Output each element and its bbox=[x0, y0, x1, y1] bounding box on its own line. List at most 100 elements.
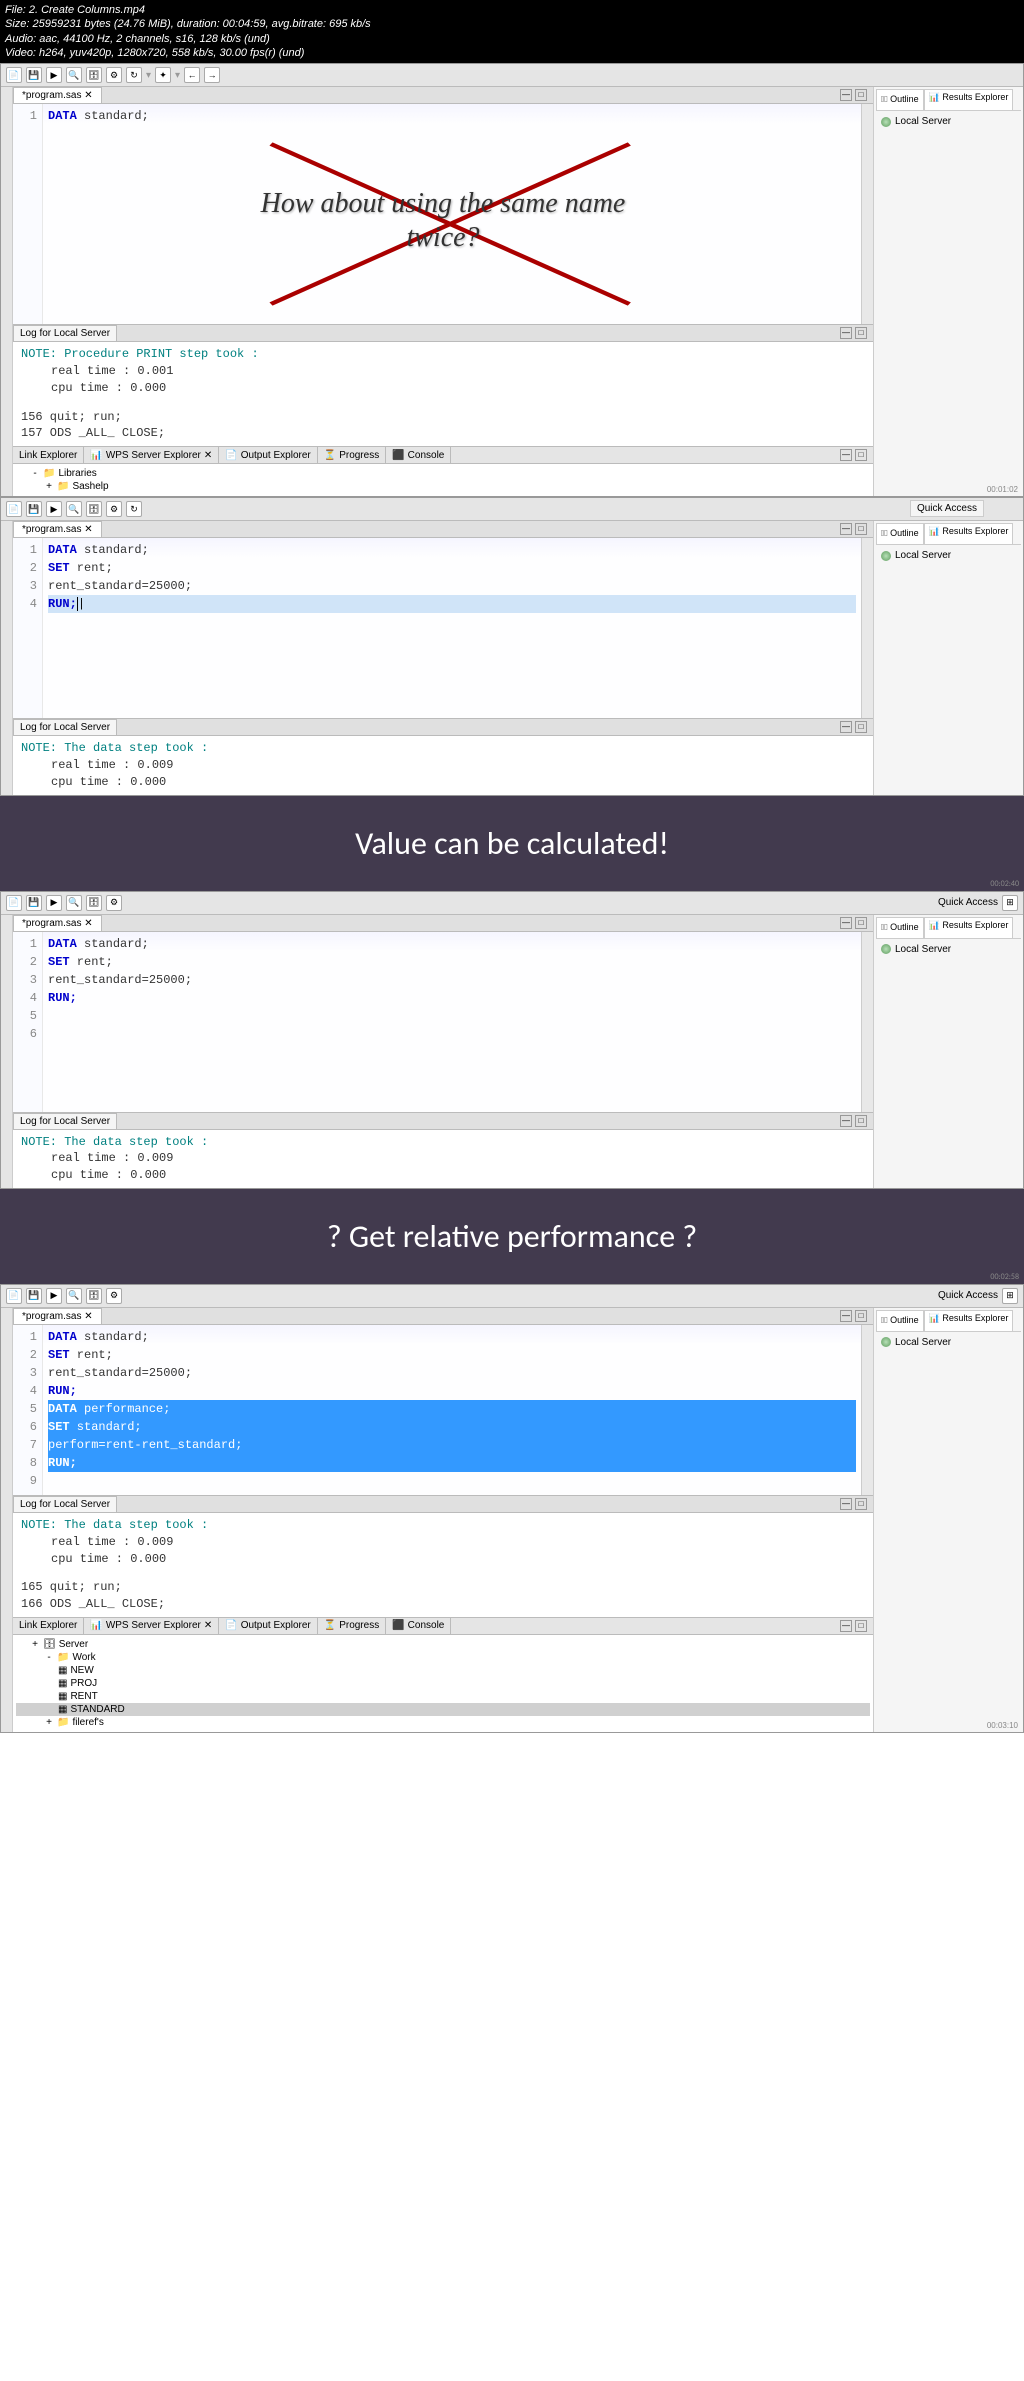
maximize-icon[interactable]: □ bbox=[855, 523, 867, 535]
library-tree[interactable]: +🗄 Server -📁 Work ▦ NEW ▦ PROJ ▦ RENT ▦ … bbox=[13, 1634, 873, 1732]
minimize-icon[interactable]: — bbox=[840, 917, 852, 929]
maximize-icon[interactable]: □ bbox=[855, 1620, 867, 1632]
close-icon[interactable]: ✕ bbox=[84, 90, 92, 101]
save-icon[interactable]: 💾 bbox=[26, 1288, 42, 1304]
minimize-icon[interactable]: — bbox=[840, 449, 852, 461]
local-server-node[interactable]: Local Server bbox=[879, 114, 1018, 129]
bottom-tab-output[interactable]: 📄 Output Explorer bbox=[219, 1618, 318, 1634]
refresh-icon[interactable]: ↻ bbox=[126, 67, 142, 83]
close-icon[interactable]: ✕ bbox=[84, 524, 92, 535]
db-icon[interactable]: 🗄 bbox=[86, 501, 102, 517]
bottom-tab-output[interactable]: 📄 Output Explorer bbox=[219, 447, 318, 463]
maximize-icon[interactable]: □ bbox=[855, 1498, 867, 1510]
outline-tab[interactable]: 🗉 Outline bbox=[876, 1310, 924, 1331]
refresh-icon[interactable]: ↻ bbox=[126, 501, 142, 517]
minimize-icon[interactable]: — bbox=[840, 523, 852, 535]
quick-access[interactable]: Quick Access bbox=[938, 897, 998, 908]
search-icon[interactable]: 🔍 bbox=[66, 67, 82, 83]
db-icon[interactable]: 🗄 bbox=[86, 895, 102, 911]
bottom-tab-link-explorer[interactable]: Link Explorer bbox=[13, 447, 84, 463]
local-server-node[interactable]: Local Server bbox=[879, 1335, 1018, 1350]
log-tab[interactable]: Log for Local Server bbox=[13, 1113, 117, 1129]
minimize-icon[interactable]: — bbox=[840, 1620, 852, 1632]
maximize-icon[interactable]: □ bbox=[855, 1115, 867, 1127]
gear-icon[interactable]: ⚙ bbox=[106, 501, 122, 517]
outline-tab[interactable]: 🗉 Outline bbox=[876, 523, 924, 544]
minimize-icon[interactable]: — bbox=[840, 89, 852, 101]
db-icon[interactable]: 🗄 bbox=[86, 1288, 102, 1304]
editor-tab[interactable]: *program.sas ✕ bbox=[13, 87, 102, 103]
log-output[interactable]: NOTE: Procedure PRINT step took : real t… bbox=[13, 342, 873, 446]
code-editor[interactable]: 123456789 DATA standard; SET rent; rent_… bbox=[13, 1325, 873, 1495]
library-tree[interactable]: -📁 Libraries +📁 Sashelp bbox=[13, 463, 873, 496]
tree-item[interactable]: +📁 fileref's bbox=[16, 1716, 870, 1729]
scrollbar[interactable] bbox=[861, 932, 873, 1112]
log-output[interactable]: NOTE: The data step took : real time : 0… bbox=[13, 1513, 873, 1617]
maximize-icon[interactable]: □ bbox=[855, 89, 867, 101]
gear-icon[interactable]: ⚙ bbox=[106, 895, 122, 911]
tree-item[interactable]: ▦ RENT bbox=[16, 1690, 870, 1703]
maximize-icon[interactable]: □ bbox=[855, 449, 867, 461]
tree-item[interactable]: -📁 Work bbox=[16, 1651, 870, 1664]
tree-item[interactable]: ▦ NEW bbox=[16, 1664, 870, 1677]
nav-back-icon[interactable]: ← bbox=[184, 67, 200, 83]
run-icon[interactable]: ▶ bbox=[46, 1288, 62, 1304]
minimize-icon[interactable]: — bbox=[840, 721, 852, 733]
ext-icon[interactable]: ✦ bbox=[155, 67, 171, 83]
persp-icon[interactable]: ⊞ bbox=[1002, 895, 1018, 911]
log-tab[interactable]: Log for Local Server bbox=[13, 719, 117, 735]
local-server-node[interactable]: Local Server bbox=[879, 942, 1018, 957]
run-icon[interactable]: ▶ bbox=[46, 67, 62, 83]
close-icon[interactable]: ✕ bbox=[84, 918, 92, 929]
minimize-icon[interactable]: — bbox=[840, 1310, 852, 1322]
search-icon[interactable]: 🔍 bbox=[66, 895, 82, 911]
bottom-tab-progress[interactable]: ⏳ Progress bbox=[318, 447, 386, 463]
log-tab[interactable]: Log for Local Server bbox=[13, 325, 117, 341]
persp-icon[interactable]: ⊞ bbox=[1002, 1288, 1018, 1304]
tree-item-selected[interactable]: ▦ STANDARD bbox=[16, 1703, 870, 1716]
outline-tab[interactable]: 🗉 Outline bbox=[876, 89, 924, 110]
run-icon[interactable]: ▶ bbox=[46, 895, 62, 911]
bottom-tab-wps-server[interactable]: 📊 WPS Server Explorer ✕ bbox=[84, 1618, 219, 1634]
new-icon[interactable]: 📄 bbox=[6, 895, 22, 911]
log-output[interactable]: NOTE: The data step took : real time : 0… bbox=[13, 1130, 873, 1188]
new-icon[interactable]: 📄 bbox=[6, 1288, 22, 1304]
bottom-tab-wps-server[interactable]: 📊 WPS Server Explorer ✕ bbox=[84, 447, 219, 463]
bottom-tab-link-explorer[interactable]: Link Explorer bbox=[13, 1618, 84, 1634]
search-icon[interactable]: 🔍 bbox=[66, 501, 82, 517]
results-tab[interactable]: 📊 Results Explorer bbox=[924, 89, 1014, 110]
code-editor[interactable]: 1234 DATA standard; SET rent; rent_stand… bbox=[13, 538, 873, 718]
db-icon[interactable]: 🗄 bbox=[86, 67, 102, 83]
results-tab[interactable]: 📊 Results Explorer bbox=[924, 917, 1014, 938]
new-icon[interactable]: 📄 bbox=[6, 501, 22, 517]
quick-access[interactable]: Quick Access bbox=[938, 1290, 998, 1301]
bottom-tab-progress[interactable]: ⏳ Progress bbox=[318, 1618, 386, 1634]
tree-item[interactable]: +🗄 Server bbox=[16, 1638, 870, 1651]
maximize-icon[interactable]: □ bbox=[855, 917, 867, 929]
tree-item[interactable]: -📁 Libraries bbox=[16, 467, 870, 480]
scrollbar[interactable] bbox=[861, 1325, 873, 1495]
log-output[interactable]: NOTE: The data step took : real time : 0… bbox=[13, 736, 873, 794]
local-server-node[interactable]: Local Server bbox=[879, 548, 1018, 563]
minimize-icon[interactable]: — bbox=[840, 327, 852, 339]
results-tab[interactable]: 📊 Results Explorer bbox=[924, 1310, 1014, 1331]
close-icon[interactable]: ✕ bbox=[84, 1311, 92, 1322]
maximize-icon[interactable]: □ bbox=[855, 721, 867, 733]
gear-icon[interactable]: ⚙ bbox=[106, 67, 122, 83]
minimize-icon[interactable]: — bbox=[840, 1498, 852, 1510]
bottom-tab-console[interactable]: ⬛ Console bbox=[386, 1618, 451, 1634]
minimize-icon[interactable]: — bbox=[840, 1115, 852, 1127]
outline-tab[interactable]: 🗉 Outline bbox=[876, 917, 924, 938]
search-icon[interactable]: 🔍 bbox=[66, 1288, 82, 1304]
log-tab[interactable]: Log for Local Server bbox=[13, 1496, 117, 1512]
nav-fwd-icon[interactable]: → bbox=[204, 67, 220, 83]
run-icon[interactable]: ▶ bbox=[46, 501, 62, 517]
tree-item[interactable]: ▦ PROJ bbox=[16, 1677, 870, 1690]
code-editor[interactable]: 1 DATA standard; How about using the sam… bbox=[13, 104, 873, 324]
maximize-icon[interactable]: □ bbox=[855, 1310, 867, 1322]
gear-icon[interactable]: ⚙ bbox=[106, 1288, 122, 1304]
editor-tab[interactable]: *program.sas ✕ bbox=[13, 915, 102, 931]
save-icon[interactable]: 💾 bbox=[26, 501, 42, 517]
scrollbar[interactable] bbox=[861, 104, 873, 324]
editor-tab[interactable]: *program.sas ✕ bbox=[13, 1308, 102, 1324]
